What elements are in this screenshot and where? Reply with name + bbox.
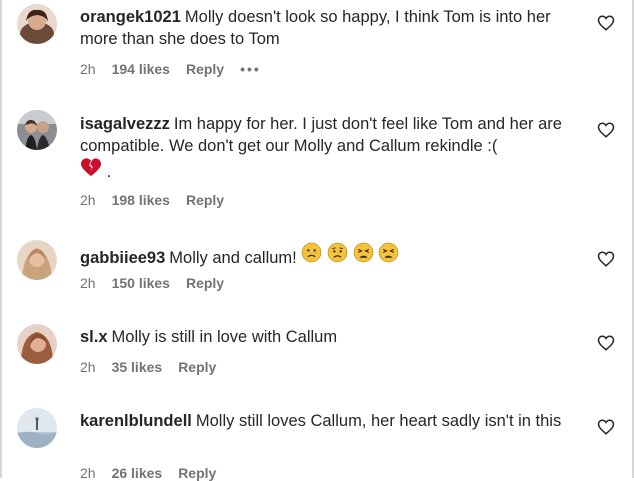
comment-username[interactable]: orangek1021 (80, 8, 181, 26)
comment-body: Molly and callum! (169, 249, 297, 267)
avatar[interactable] (17, 240, 57, 280)
worried-face-icon (327, 242, 348, 263)
comment-meta: 2h 194 likes Reply ••• (80, 61, 277, 77)
avatar[interactable] (17, 4, 57, 44)
reply-button[interactable]: Reply (186, 192, 224, 208)
reply-button[interactable]: Reply (178, 359, 216, 375)
reply-button[interactable]: Reply (186, 61, 224, 77)
comment-username[interactable]: gabbiiee93 (80, 249, 165, 267)
broken-heart-icon (81, 158, 101, 177)
comment-meta: 2h 150 likes Reply (80, 275, 240, 291)
comment-likes[interactable]: 194 likes (112, 61, 170, 77)
comment-text: gabbiiee93 Molly and callum! (80, 242, 580, 269)
comment-meta: 2h 198 likes Reply (80, 192, 240, 208)
avatar[interactable] (17, 408, 57, 448)
comment-likes[interactable]: 198 likes (112, 192, 170, 208)
comment-username[interactable]: sl.x (80, 328, 108, 346)
like-heart-icon[interactable] (597, 334, 615, 352)
comment-text: isagalvezzz Im happy for her. I just don'… (80, 113, 580, 183)
comment-username[interactable]: karenlblundell (80, 412, 192, 430)
comment-time: 2h (80, 275, 96, 291)
comment-text: sl.x Molly is still in love with Callum (80, 326, 580, 348)
comment-likes[interactable]: 35 likes (112, 359, 163, 375)
like-heart-icon[interactable] (597, 14, 615, 32)
like-heart-icon[interactable] (597, 418, 615, 436)
comment-body: Molly is still in love with Callum (111, 328, 338, 346)
comment-text: karenlblundell Molly still loves Callum, … (80, 410, 580, 432)
reply-button[interactable]: Reply (186, 275, 224, 291)
comment-body-suffix: . (106, 163, 112, 181)
more-options-icon[interactable]: ••• (240, 61, 261, 77)
sad-relieved-face-icon (302, 242, 322, 263)
comment-meta: 2h 35 likes Reply (80, 359, 232, 375)
comment-time: 2h (80, 359, 96, 375)
tired-face-icon (378, 242, 399, 263)
comment-likes[interactable]: 150 likes (112, 275, 170, 291)
avatar[interactable] (17, 324, 57, 364)
tired-face-icon (353, 242, 373, 263)
comment-meta: 2h 26 likes Reply (80, 465, 232, 481)
comment-username[interactable]: isagalvezzz (80, 115, 170, 133)
comment-time: 2h (80, 465, 96, 481)
comment-time: 2h (80, 192, 96, 208)
avatar[interactable] (17, 110, 57, 150)
comment-likes[interactable]: 26 likes (112, 465, 163, 481)
comment-body: Molly still loves Callum, her heart sadl… (195, 412, 562, 430)
like-heart-icon[interactable] (597, 250, 615, 268)
comment-text: orangek1021 Molly doesn't look so happy, … (80, 6, 580, 50)
reply-button[interactable]: Reply (178, 465, 216, 481)
comment-time: 2h (80, 61, 96, 77)
left-border (0, 0, 2, 478)
like-heart-icon[interactable] (597, 121, 615, 139)
